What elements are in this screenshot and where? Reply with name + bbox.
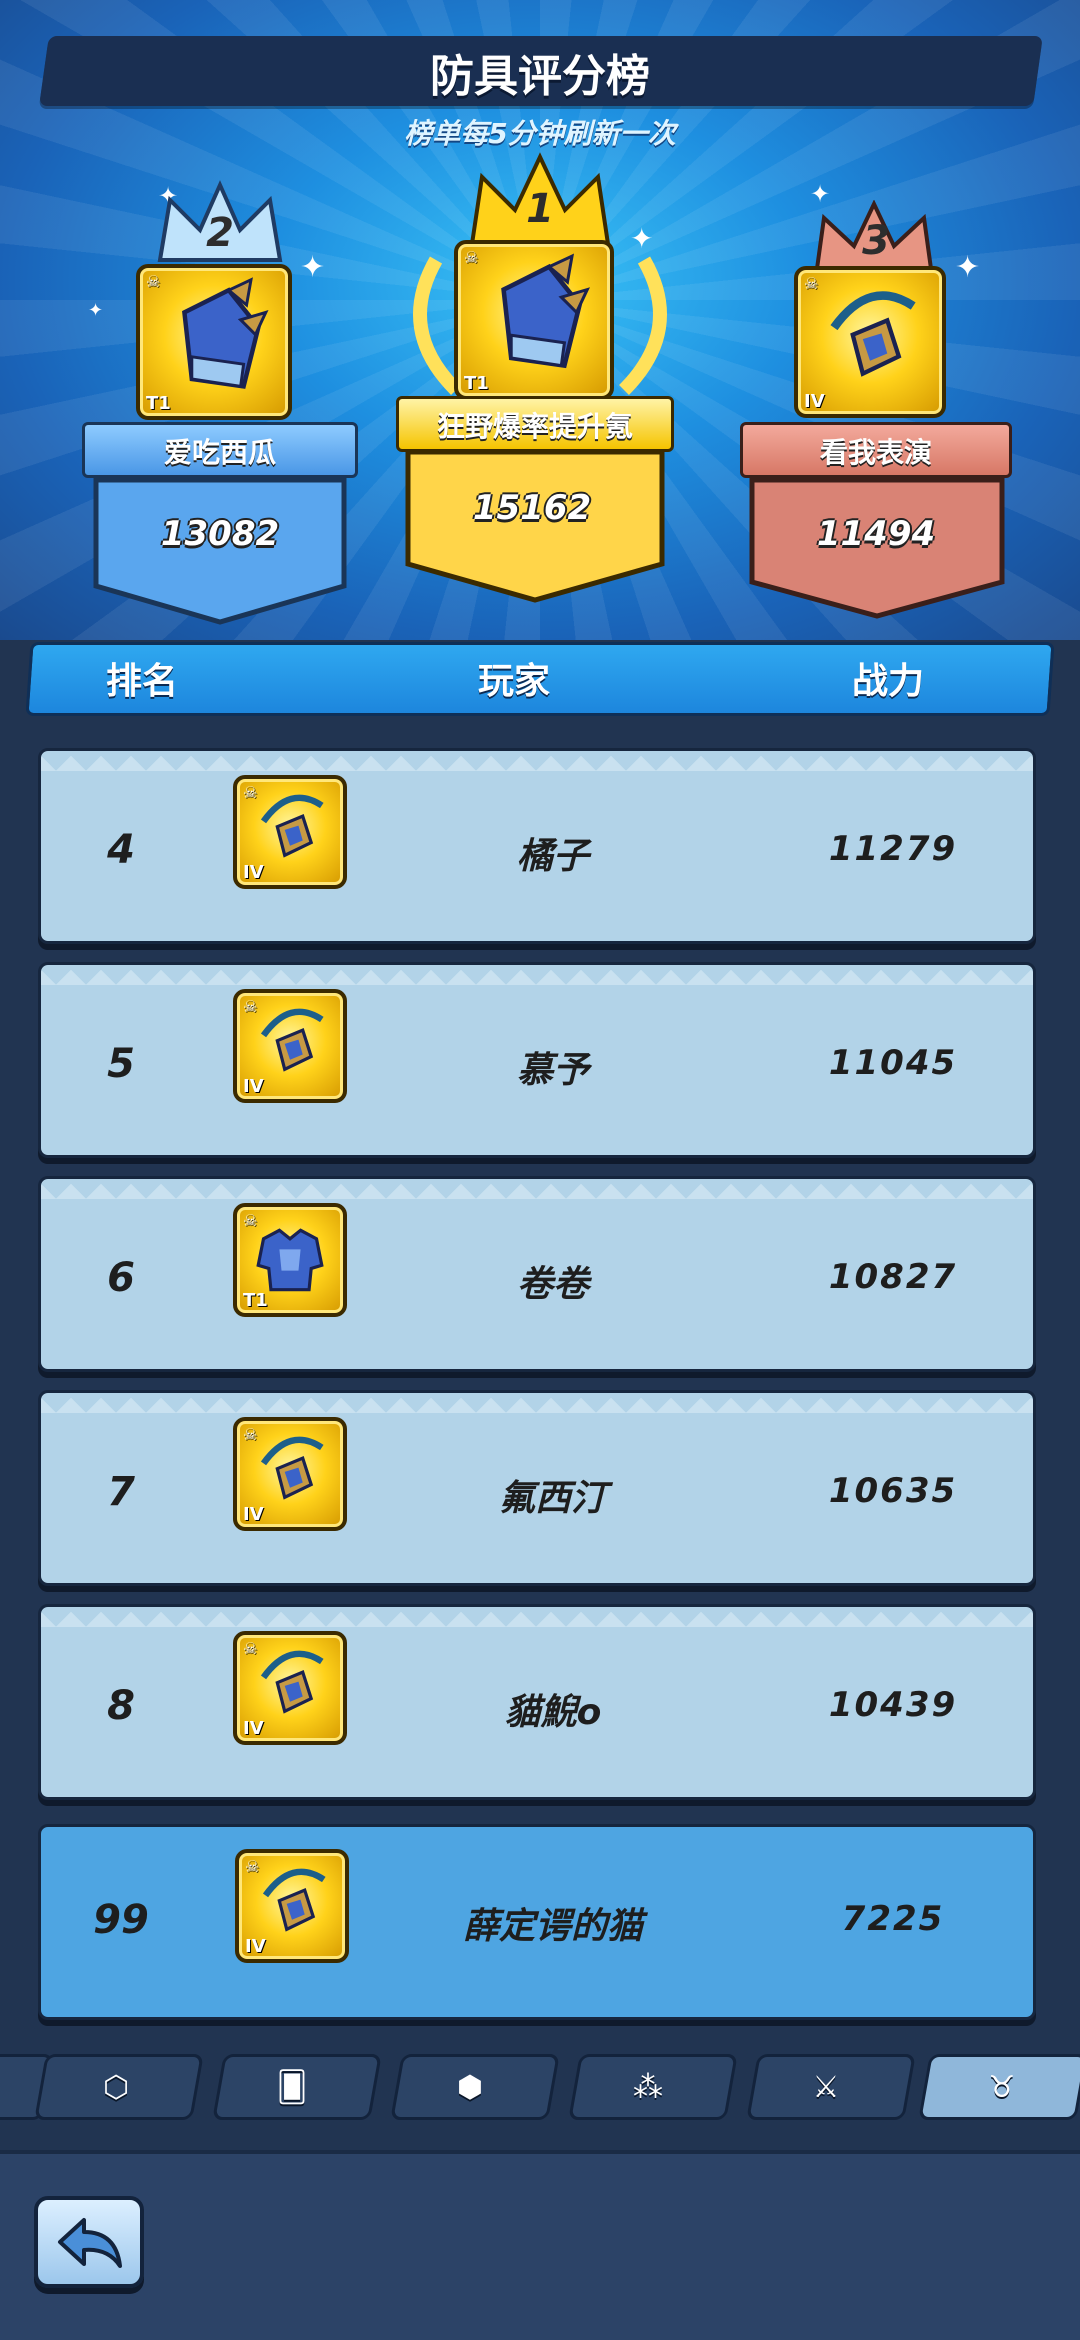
tier-label: IV bbox=[804, 391, 825, 412]
row-player-name: 氟西汀 bbox=[498, 1478, 607, 1519]
row-player-name: 橘子 bbox=[516, 836, 589, 877]
table-row[interactable]: 5 ☠ IV 慕予 11045 bbox=[38, 962, 1036, 1158]
skill-tree-icon: ⁂ bbox=[633, 2070, 663, 2105]
tier-label: T1 bbox=[243, 1290, 268, 1311]
row-player-name: 薛定谔的猫 bbox=[462, 1906, 643, 1947]
tier-label: IV bbox=[243, 862, 264, 883]
table-row[interactable]: 8 ☠ IV 貓鯢o 10439 bbox=[38, 1604, 1036, 1800]
rank-number: 3 bbox=[862, 218, 890, 264]
skull-icon: ☠ bbox=[146, 272, 161, 291]
skull-icon: ☠ bbox=[464, 248, 479, 267]
row-rank: 6 bbox=[107, 1255, 135, 1301]
rank-number: 2 bbox=[206, 210, 234, 256]
back-button[interactable] bbox=[34, 2196, 144, 2288]
column-header-rank: 排名 bbox=[106, 661, 179, 702]
gauntlet-item[interactable]: ☠ T1 bbox=[454, 240, 614, 400]
refresh-note: 榜单每5分钟刷新一次 bbox=[404, 117, 676, 150]
skull-icon: ☠ bbox=[804, 274, 819, 293]
table-row[interactable]: 7 ☠ IV 氟西汀 10635 bbox=[38, 1390, 1036, 1586]
row-rank: 4 bbox=[107, 827, 135, 873]
player-name: 看我表演 bbox=[740, 422, 1012, 478]
amulet-item[interactable]: ☠ IV bbox=[233, 989, 347, 1103]
skull-icon: ☠ bbox=[243, 783, 258, 802]
tier-label: T1 bbox=[146, 393, 171, 414]
player-name: 爱吃西瓜 bbox=[82, 422, 358, 478]
row-rank: 5 bbox=[107, 1041, 135, 1087]
row-power: 10635 bbox=[828, 1471, 958, 1511]
tier-label: T1 bbox=[464, 373, 489, 394]
page-title: 防具评分榜 bbox=[430, 51, 650, 102]
skull-icon: ☠ bbox=[243, 1425, 258, 1444]
amulet-item[interactable]: ☠ IV bbox=[233, 775, 347, 889]
tier-label: IV bbox=[245, 1936, 266, 1957]
podium-first[interactable]: 1 ☠ T1 狂野爆率提升氪 15162 bbox=[396, 150, 684, 610]
tier-label: IV bbox=[243, 1076, 264, 1097]
horned-helmet-icon: ♉ bbox=[988, 2070, 1016, 2105]
player-name: 狂野爆率提升氪 bbox=[396, 396, 674, 452]
row-rank: 7 bbox=[107, 1469, 135, 1515]
row-power: 11279 bbox=[828, 829, 958, 869]
shield-badge-icon: ⬡ bbox=[102, 2070, 130, 2105]
amulet-item[interactable]: ☠ IV bbox=[794, 266, 946, 418]
row-rank: 99 bbox=[93, 1897, 149, 1943]
chest-armor-item[interactable]: ☠ T1 bbox=[233, 1203, 347, 1317]
rank-number: 1 bbox=[526, 186, 554, 232]
table-row[interactable]: 4 ☠ IV 橘子 11279 bbox=[38, 748, 1036, 944]
column-header-player: 玩家 bbox=[478, 661, 551, 702]
podium-third[interactable]: 3 ☠ IV 看我表演 11494 bbox=[740, 200, 1012, 630]
player-score: 15162 bbox=[472, 488, 592, 528]
cards-icon: 🂠 bbox=[276, 2070, 308, 2105]
gauntlet-item[interactable]: ☠ T1 bbox=[136, 264, 292, 420]
tier-label: IV bbox=[243, 1718, 264, 1739]
player-score: 13082 bbox=[160, 514, 280, 554]
table-row[interactable]: 6 ☠ T1 卷卷 10827 bbox=[38, 1176, 1036, 1372]
row-power: 10827 bbox=[828, 1257, 958, 1297]
row-power: 7225 bbox=[841, 1899, 945, 1939]
podium-second[interactable]: 2 ☠ T1 爱吃西瓜 13082 bbox=[80, 180, 360, 630]
sword-icon: ⚔ bbox=[812, 2070, 840, 2105]
row-power: 10439 bbox=[828, 1685, 958, 1725]
bottom-panel bbox=[0, 2150, 1080, 2340]
row-player-name: 貓鯢o bbox=[504, 1692, 602, 1733]
my-rank-row[interactable]: 99 ☠ IV 薛定谔的猫 7225 bbox=[38, 1824, 1036, 2020]
skull-icon: ☠ bbox=[245, 1857, 260, 1876]
skull-icon: ☠ bbox=[243, 997, 258, 1016]
column-header-power: 战力 bbox=[852, 661, 925, 702]
amulet-item[interactable]: ☠ IV bbox=[235, 1849, 349, 1963]
tier-label: IV bbox=[243, 1504, 264, 1525]
amulet-item[interactable]: ☠ IV bbox=[233, 1631, 347, 1745]
back-arrow-icon bbox=[58, 2218, 122, 2268]
row-player-name: 慕予 bbox=[516, 1050, 589, 1091]
row-power: 11045 bbox=[828, 1043, 958, 1083]
skull-icon: ☠ bbox=[243, 1211, 258, 1230]
player-score: 11494 bbox=[816, 514, 936, 554]
row-player-name: 卷卷 bbox=[516, 1264, 589, 1305]
row-rank: 8 bbox=[107, 1683, 135, 1729]
gem-badge-icon: ⬢ bbox=[456, 2070, 484, 2105]
amulet-item[interactable]: ☠ IV bbox=[233, 1417, 347, 1531]
skull-icon: ☠ bbox=[243, 1639, 258, 1658]
